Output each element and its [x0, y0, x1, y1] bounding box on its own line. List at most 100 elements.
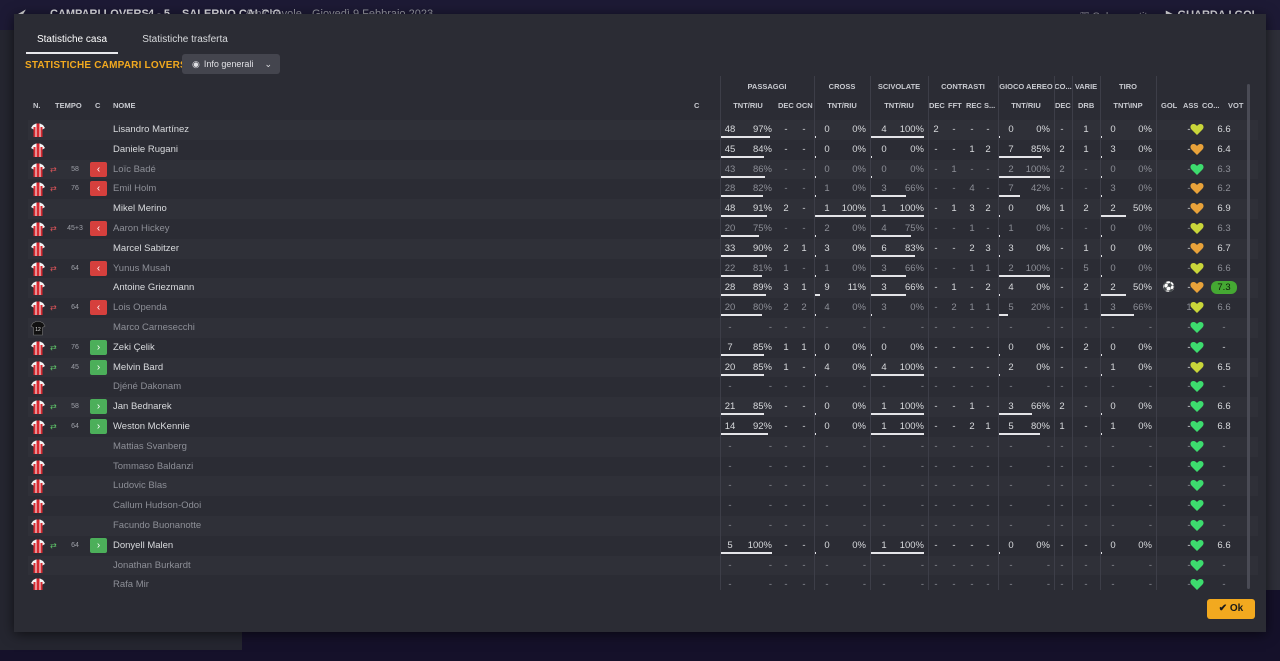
- stat-sciv-p: -: [920, 440, 924, 452]
- stat-c-dec: -: [934, 381, 938, 393]
- col-con-s[interactable]: S...: [984, 101, 995, 110]
- stat-c-rec: 2: [969, 421, 975, 432]
- player-name[interactable]: Marcel Sabitzer: [113, 239, 179, 259]
- player-rating: 7.3: [1211, 281, 1237, 295]
- player-name[interactable]: Lisandro Martínez: [113, 120, 189, 140]
- stat-pass-p: -: [768, 480, 772, 492]
- table-row[interactable]: Antoine Griezmann 28 89% 3 1 9 11% 3 66% -1-2 4 0% -…: [28, 278, 1258, 299]
- col-nome[interactable]: NOME: [113, 101, 136, 110]
- player-name[interactable]: Rafa Mir: [113, 575, 149, 590]
- player-name[interactable]: Djéné Dakonam: [113, 377, 181, 397]
- table-row[interactable]: Djéné Dakonam - - - - - - - - - - - - - - - - - - - -: [28, 377, 1258, 398]
- table-scrollbar[interactable]: [1247, 84, 1250, 589]
- table-row[interactable]: ⇄ 58 › Jan Bednarek 21 85% - -0 0% 1 100% - -1-3 66% 2…: [28, 397, 1258, 417]
- col-pass-dec[interactable]: DEC: [778, 101, 794, 110]
- col-cross-tnt-riu[interactable]: TNT/RIU: [814, 101, 870, 110]
- table-row[interactable]: Tommaso Baldanzi - - - - - - - - - - - - - - - - - - - -: [28, 456, 1258, 477]
- table-row[interactable]: ⇄ 64 › Weston McKennie 14 92% - -0 0% 1 100% - -2 1 5 8…: [28, 417, 1258, 437]
- stat-c-s: -: [986, 559, 990, 571]
- player-name[interactable]: Tommaso Baldanzi: [113, 457, 193, 477]
- player-name[interactable]: Daniele Rugani: [113, 140, 178, 160]
- stat-sciv-t: 0: [881, 143, 887, 155]
- player-name[interactable]: Marco Carnesecchi: [113, 318, 195, 338]
- chevron-right-icon[interactable]: ›: [90, 399, 107, 415]
- col-ass[interactable]: ASS: [1183, 101, 1198, 110]
- table-row[interactable]: ⇄ 64 ‹ Lois Openda 20 80% 2 2 4 0% 3 0% -2 1 1 5 20% -1 3 6…: [28, 298, 1258, 318]
- chevron-left-icon[interactable]: ‹: [90, 300, 107, 316]
- player-name[interactable]: Aaron Hickey: [113, 219, 170, 239]
- col-sciv-tnt-riu[interactable]: TNT/RIU: [870, 101, 928, 110]
- table-row[interactable]: Ludovic Blas - - - - - - - - - - - - - - - - - - - -: [28, 476, 1258, 497]
- player-name[interactable]: Antoine Griezmann: [113, 278, 194, 298]
- player-name[interactable]: Yunus Musah: [113, 259, 171, 279]
- col-vot[interactable]: VOT: [1228, 101, 1243, 110]
- player-name[interactable]: Weston McKennie: [113, 417, 190, 437]
- col-tiro-tnt-inp[interactable]: TNT\INP: [1100, 101, 1156, 110]
- chevron-right-icon[interactable]: ›: [90, 339, 107, 355]
- view-dropdown[interactable]: ◉ Info generali ⌄: [182, 54, 280, 74]
- col-pass-ocn[interactable]: OCN: [796, 101, 813, 110]
- team-shirt-icon: [31, 182, 45, 197]
- table-row[interactable]: ⇄ 76 ‹ Emil Holm 28 82% - -1 0% 3 66% - -4-7 42% - -3 0%…: [28, 179, 1258, 200]
- table-row[interactable]: 12 Marco Carnesecchi - - - - - - - - - - - - - - - - - - - -: [28, 318, 1258, 338]
- player-name[interactable]: Lois Openda: [113, 298, 167, 318]
- chevron-right-icon[interactable]: ›: [90, 419, 107, 434]
- table-row[interactable]: Marcel Sabitzer 33 90% 2 1 3 0% 6 83% - -2 3 3 0% -1 0 0…: [28, 238, 1258, 259]
- sub-minute: 64: [71, 541, 79, 549]
- player-name[interactable]: Jan Bednarek: [113, 397, 172, 417]
- col-condizione[interactable]: CO...: [1202, 101, 1220, 110]
- chevron-right-icon[interactable]: ›: [90, 359, 107, 375]
- chevron-right-icon[interactable]: ›: [90, 537, 107, 553]
- player-name[interactable]: Jonathan Burkardt: [113, 556, 191, 576]
- col-aer-tnt-riu[interactable]: TNT/RIU: [998, 101, 1054, 110]
- player-name[interactable]: Ludovic Blas: [113, 476, 167, 496]
- col-drb[interactable]: DRB: [1078, 101, 1094, 110]
- col-pass-tnt-riu[interactable]: TNT/RIU: [720, 101, 776, 110]
- chevron-left-icon[interactable]: ‹: [90, 260, 107, 276]
- player-name[interactable]: Zeki Çelik: [113, 338, 155, 358]
- stat-c-fft: -: [952, 500, 956, 512]
- col-n[interactable]: N.: [33, 101, 41, 110]
- table-row[interactable]: ⇄ 45 › Melvin Bard 20 85% 1-4 0% 4 100% - - - -2 0% - -1…: [28, 357, 1258, 378]
- col-con-fft[interactable]: FFT: [948, 101, 962, 110]
- table-row[interactable]: Lisandro Martínez 48 97% - -0 0% 4 100% 2- - -0 0% -…: [28, 120, 1258, 140]
- table-row[interactable]: ⇄ 64 › Donyell Malen 5 100% - -0 0% 1 100% - - - -0 0% -…: [28, 535, 1258, 556]
- player-name[interactable]: Melvin Bard: [113, 358, 163, 378]
- player-name[interactable]: Mikel Merino: [113, 199, 167, 219]
- table-row[interactable]: Callum Hudson-Odoi - - - - - - - - - - - - - - - - - - - -: [28, 496, 1258, 516]
- tab-home-stats[interactable]: Statistiche casa: [26, 30, 118, 54]
- chevron-left-icon[interactable]: ‹: [90, 181, 107, 197]
- stat-drb: -: [1084, 163, 1088, 175]
- player-name[interactable]: Callum Hudson-Odoi: [113, 496, 201, 516]
- ok-button[interactable]: ✔ Ok: [1207, 599, 1255, 619]
- col-c[interactable]: C: [95, 101, 100, 110]
- condition-heart-icon: [1190, 520, 1204, 531]
- player-name[interactable]: Loïc Badé: [113, 160, 156, 180]
- stat-co-dec: 1: [1059, 421, 1065, 432]
- table-row[interactable]: Rafa Mir - - - - - - - - - - - - - - - - - - - -: [28, 575, 1258, 590]
- player-name[interactable]: Facundo Buonanotte: [113, 516, 201, 536]
- col-con-rec[interactable]: REC: [966, 101, 982, 110]
- condition-heart-icon: [1190, 559, 1204, 571]
- player-name[interactable]: Donyell Malen: [113, 536, 173, 556]
- table-row[interactable]: ⇄ 76 › Zeki Çelik 7 85% 1 1 0 0% 0 0% - - - -0 0% -2 0 0% - -: [28, 337, 1258, 358]
- chevron-left-icon[interactable]: ‹: [90, 221, 107, 236]
- table-row[interactable]: Daniele Rugani 45 84% - -0 0% 0 0% - -1 2 7 85% 2 1 3 0%…: [28, 139, 1258, 160]
- table-row[interactable]: Mikel Merino 48 91% 2-1 100% 1 100% -1 3 2 0 0% 1 2 2 5…: [28, 199, 1258, 219]
- table-row[interactable]: Jonathan Burkardt - - - - - - - - - - - - - - - - - - - -: [28, 555, 1258, 576]
- col-con-dec[interactable]: DEC: [929, 101, 945, 110]
- table-row[interactable]: Mattias Svanberg - - - - - - - - - - - - - - - - - - - -: [28, 436, 1258, 457]
- col-co-dec[interactable]: DEC: [1055, 101, 1071, 110]
- chevron-left-icon[interactable]: ‹: [90, 161, 107, 177]
- player-name[interactable]: Mattias Svanberg: [113, 437, 187, 457]
- table-row[interactable]: ⇄ 64 ‹ Yunus Musah 22 81% 1-1 0% 3 66% - -1 1 2 100% -5…: [28, 258, 1258, 279]
- col-tempo[interactable]: TEMPO: [55, 101, 82, 110]
- stat-aer-t: 2: [1008, 361, 1014, 373]
- table-row[interactable]: Facundo Buonanotte - - - - - - - - - - - - - - - - - - - -: [28, 516, 1258, 536]
- table-row[interactable]: ⇄ 45+3 ‹ Aaron Hickey 20 75% - -2 0% 4 75% - -1-1 0% -…: [28, 219, 1258, 239]
- col-gol[interactable]: GOL: [1161, 101, 1177, 110]
- player-name[interactable]: Emil Holm: [113, 179, 156, 199]
- table-row[interactable]: ⇄ 58 ‹ Loïc Badé 43 86% - -0 0% 0 0% -1- -2 100% 2-0 0%…: [28, 159, 1258, 180]
- col-c2[interactable]: C: [694, 101, 699, 110]
- tab-away-stats[interactable]: Statistiche trasferta: [132, 30, 238, 54]
